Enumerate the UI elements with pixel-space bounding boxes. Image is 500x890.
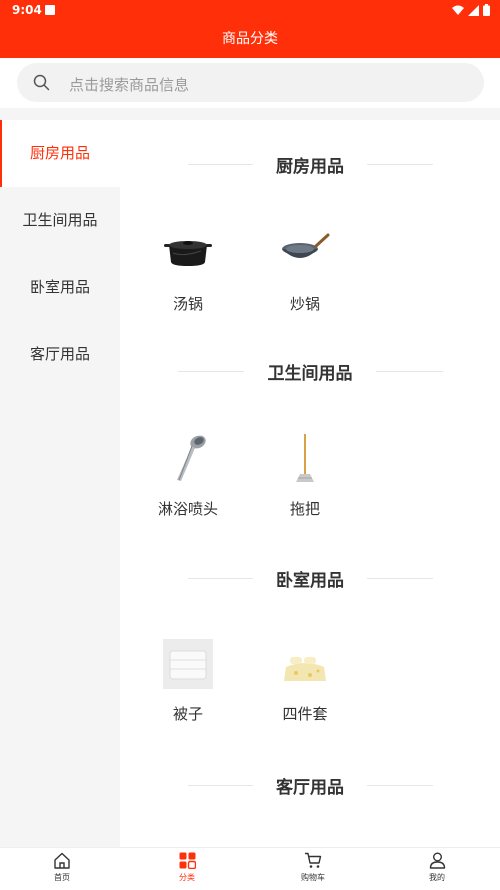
- section-title: 厨房用品: [276, 157, 344, 177]
- sidebar-item-label: 厨房用品: [29, 144, 90, 162]
- nav-cart[interactable]: 购物车: [283, 852, 343, 883]
- product-item[interactable]: 拖把: [255, 434, 355, 534]
- product-name: 拖把: [289, 500, 320, 518]
- battery-icon: [483, 4, 490, 16]
- sidebar-item-label: 卧室用品: [29, 278, 90, 296]
- shower-head-image: [177, 435, 206, 481]
- section-header: 卧室用品: [120, 564, 500, 594]
- search-bar: 点击搜索商品信息: [0, 58, 500, 108]
- nav-category[interactable]: 分类: [157, 852, 217, 883]
- product-item[interactable]: 被子: [138, 639, 238, 739]
- product-name: 淋浴喷头: [157, 500, 218, 518]
- section-title: 卫生间用品: [267, 364, 353, 384]
- product-name: 汤锅: [172, 295, 203, 313]
- section-header: 客厅用品: [120, 771, 500, 801]
- section-header: 卫生间用品: [120, 357, 500, 387]
- category-icon: [179, 852, 196, 869]
- section-title: 客厅用品: [276, 778, 344, 798]
- notification-icon: [45, 5, 55, 15]
- header: 商品分类: [0, 22, 500, 58]
- product-item[interactable]: 淋浴喷头: [138, 434, 238, 534]
- sidebar-item-living-room[interactable]: 客厅用品: [0, 321, 120, 388]
- sidebar-item-kitchen[interactable]: 厨房用品: [0, 120, 120, 187]
- mop-image: [296, 434, 314, 482]
- sidebar-item-bedroom[interactable]: 卧室用品: [0, 254, 120, 321]
- section-header: 厨房用品: [120, 150, 500, 180]
- home-icon: [54, 852, 70, 869]
- nav-label: 分类: [179, 873, 195, 882]
- search-placeholder: 点击搜索商品信息: [69, 76, 190, 94]
- cart-icon: [305, 852, 322, 868]
- wok-image: [282, 233, 330, 258]
- bottom-navigation: 首页 分类 购物车 我的: [0, 847, 500, 890]
- product-list: 厨房用品 汤锅 炒锅 卫生间用品 淋浴喷头 拖把 卧室用品 被子 四件套 客厅用…: [120, 120, 500, 847]
- category-sidebar: 厨房用品 卫生间用品 卧室用品 客厅用品: [0, 120, 120, 847]
- page-title: 商品分类: [222, 31, 278, 47]
- product-item[interactable]: 四件套: [255, 639, 355, 739]
- sidebar-item-label: 卫生间用品: [22, 211, 98, 229]
- nav-label: 购物车: [301, 873, 325, 882]
- search-input[interactable]: 点击搜索商品信息: [17, 63, 484, 102]
- product-name: 被子: [172, 705, 203, 723]
- nav-profile[interactable]: 我的: [407, 852, 467, 883]
- user-icon: [429, 852, 445, 869]
- status-bar: 9:04: [0, 0, 500, 22]
- nav-label: 我的: [429, 873, 445, 882]
- sidebar-item-bathroom[interactable]: 卫生间用品: [0, 187, 120, 254]
- bedding-set-image: [284, 657, 326, 681]
- quilt-image: [163, 639, 213, 689]
- search-icon: [33, 74, 50, 91]
- wifi-icon: [452, 5, 464, 15]
- signal-icon: [468, 4, 479, 16]
- soup-pot-image: [164, 241, 212, 266]
- status-time: 9:04: [12, 3, 42, 17]
- product-item[interactable]: 炒锅: [255, 229, 355, 329]
- nav-label: 首页: [54, 873, 70, 882]
- product-item[interactable]: 汤锅: [138, 229, 238, 329]
- sidebar-item-label: 客厅用品: [29, 345, 90, 363]
- product-name: 炒锅: [289, 295, 320, 313]
- app-root: 9:04 商品分类 点击搜索商品信息 厨房用品 卫生间用品 卧室用品 客厅用品 …: [0, 0, 500, 890]
- status-indicators: [452, 4, 490, 16]
- nav-home[interactable]: 首页: [32, 852, 92, 883]
- product-name: 四件套: [282, 705, 328, 723]
- divider: [0, 108, 500, 120]
- section-title: 卧室用品: [276, 571, 344, 591]
